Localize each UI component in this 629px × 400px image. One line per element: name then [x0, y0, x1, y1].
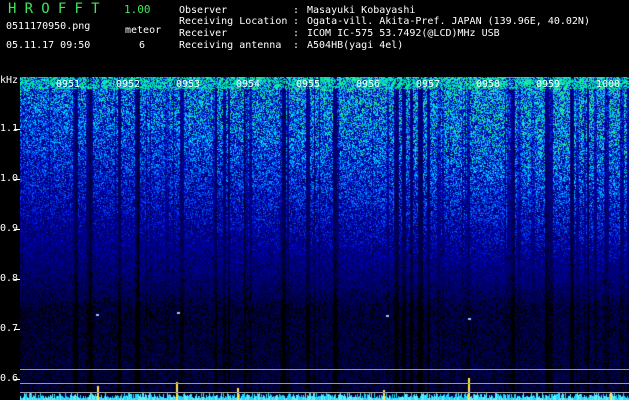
y-tick-mark — [14, 329, 20, 330]
reference-line — [20, 383, 629, 384]
y-tick-mark — [14, 379, 20, 380]
antenna-colon: : — [293, 40, 300, 51]
file-name: 0511170950.png — [6, 21, 91, 32]
observer-value: Masayuki Kobayashi — [307, 5, 416, 16]
y-axis-unit: kHz — [0, 75, 19, 86]
location-colon: : — [293, 16, 300, 27]
receiver-colon: : — [293, 28, 300, 39]
receiver-value: ICOM IC-575 53.7492(@LCD)MHz USB — [307, 28, 500, 39]
x-tick-label: 0954 — [236, 79, 261, 90]
reference-line — [20, 369, 629, 370]
x-tick-label: 0957 — [416, 79, 441, 90]
x-tick-label: 0955 — [296, 79, 321, 90]
receiver-label: Receiver — [179, 28, 228, 39]
app-title: HROFFT — [8, 1, 108, 17]
meteor-count: 6 — [139, 40, 146, 51]
x-tick-label: 0956 — [356, 79, 381, 90]
x-tick-label: 1000 — [596, 79, 621, 90]
antenna-label: Receiving antenna — [179, 40, 282, 51]
spectrogram-canvas — [20, 77, 629, 400]
x-tick-label: 0953 — [176, 79, 201, 90]
y-tick-mark — [14, 179, 20, 180]
spectrogram-panel: kHz 1.1 1.0 0.9 0.8 0.7 0.6 0951 0952 09… — [0, 75, 629, 400]
x-tick-label: 0951 — [56, 79, 81, 90]
x-tick-label: 0958 — [476, 79, 501, 90]
observer-colon: : — [293, 5, 300, 16]
observer-label: Observer — [179, 5, 228, 16]
x-tick-label: 0959 — [536, 79, 561, 90]
y-tick-mark — [14, 229, 20, 230]
reference-line — [20, 392, 629, 393]
y-tick-mark — [14, 279, 20, 280]
location-value: Ogata-vill. Akita-Pref. JAPAN (139.96E, … — [307, 16, 590, 27]
location-label: Receiving Location — [179, 16, 288, 27]
x-tick-label: 0952 — [116, 79, 141, 90]
meteor-label: meteor — [125, 25, 162, 36]
app-version: 1.00 — [124, 3, 151, 16]
timestamp: 05.11.17 09:50 — [6, 40, 91, 51]
y-tick-mark — [14, 129, 20, 130]
antenna-value: A504HB(yagi 4el) — [307, 40, 404, 51]
